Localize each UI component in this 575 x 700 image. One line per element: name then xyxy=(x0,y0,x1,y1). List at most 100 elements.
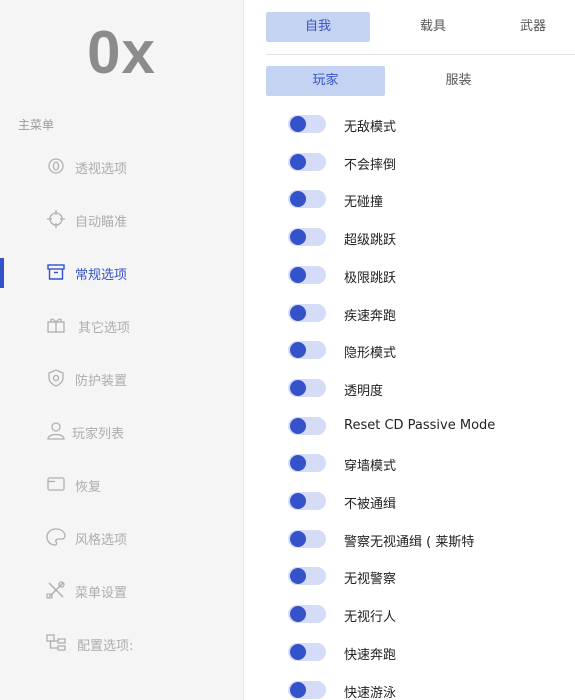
option-label: 疾速奔跑 xyxy=(344,308,397,324)
toggle-knob xyxy=(290,266,306,283)
sidebar-item-label: 菜单设置 xyxy=(75,586,128,601)
subtab-outfit[interactable]: 服装 xyxy=(399,66,518,96)
option-label: 不被通缉 xyxy=(344,497,397,512)
option-row: 警察无视通缉 ( 莱斯特 xyxy=(288,526,575,552)
palette-icon xyxy=(46,528,66,546)
option-label: 无视行人 xyxy=(344,610,397,626)
folder-icon xyxy=(46,475,66,493)
menu-heading: 主菜单 xyxy=(18,118,55,132)
toggle-knob xyxy=(290,229,306,246)
option-label: 快速游泳 xyxy=(344,685,397,700)
sidebar-item-label: 常规选项 xyxy=(75,268,128,283)
tabs-divider xyxy=(266,54,575,55)
sidebar-item-general[interactable]: 常规选项 xyxy=(0,252,243,292)
toggle-knob xyxy=(290,681,306,698)
option-row: 极限跳跃 xyxy=(288,262,575,288)
option-label: 无碰撞 xyxy=(344,195,384,211)
toggle-knob xyxy=(290,379,306,396)
subtab-player[interactable]: 玩家 xyxy=(266,66,385,96)
option-toggle[interactable] xyxy=(288,190,326,209)
option-row: 快速奔跑 xyxy=(288,639,575,665)
option-row: 无视行人 xyxy=(288,601,575,627)
option-toggle[interactable] xyxy=(288,115,326,133)
option-row: 穿墙模式 xyxy=(288,450,575,476)
option-toggle[interactable] xyxy=(288,416,326,435)
tab-weapon[interactable]: 武器 xyxy=(520,12,575,42)
sidebar-item-label: 恢复 xyxy=(75,480,102,495)
toggle-knob xyxy=(290,304,306,321)
toggle-knob xyxy=(290,455,306,472)
option-label: 不会摔倒 xyxy=(344,157,397,173)
option-toggle[interactable] xyxy=(288,642,326,661)
option-row: 隐形模式 xyxy=(288,337,575,363)
option-row: 超级跳跃 xyxy=(288,224,575,250)
sidebar-item-recovery[interactable]: 恢复 xyxy=(0,464,243,504)
sidebar: 0x 主菜单 透视选项 自动瞄准 常规选项 其它选项 防护装置 玩家列表 恢复 … xyxy=(0,0,244,700)
option-toggle[interactable] xyxy=(288,303,326,322)
toggle-knob xyxy=(290,417,306,434)
option-row: 无敌模式 xyxy=(288,111,575,137)
sidebar-item-label: 其它选项 xyxy=(78,321,131,336)
option-toggle[interactable] xyxy=(288,680,326,699)
toggle-knob xyxy=(290,191,306,208)
sidebar-item-protection[interactable]: 防护装置 xyxy=(0,358,243,398)
option-row: 疾速奔跑 xyxy=(288,300,575,326)
gift-icon xyxy=(46,316,66,334)
option-toggle[interactable] xyxy=(288,152,326,171)
option-label: 极限跳跃 xyxy=(344,270,397,286)
option-label: 超级跳跃 xyxy=(344,233,397,249)
option-toggle[interactable] xyxy=(288,605,326,624)
toggle-knob xyxy=(290,493,306,509)
toggle-knob xyxy=(290,342,306,359)
eye-icon xyxy=(46,157,66,175)
tab-self[interactable]: 自我 xyxy=(266,12,370,42)
main-panel: 自我 载具 武器 玩家 服装 无敌模式不会摔倒无碰撞超级跳跃极限跳跃疾速奔跑隐形… xyxy=(244,0,575,700)
shield-icon xyxy=(46,369,66,387)
option-toggle[interactable] xyxy=(288,567,326,586)
sidebar-item-misc[interactable]: 其它选项 xyxy=(0,305,243,345)
option-toggle[interactable] xyxy=(288,529,326,548)
sidebar-item-label: 自动瞄准 xyxy=(75,215,128,230)
option-row: Reset CD Passive Mode xyxy=(288,413,575,439)
option-toggle[interactable] xyxy=(288,265,326,284)
sidebar-item-players[interactable]: 玩家列表 xyxy=(0,411,243,451)
sidebar-item-label: 透视选项 xyxy=(75,162,128,177)
option-row: 无碰撞 xyxy=(288,186,575,212)
option-label: 无视警察 xyxy=(344,572,397,588)
option-row: 不被通缉 xyxy=(288,488,575,514)
option-toggle[interactable] xyxy=(288,341,326,360)
tab-vehicle[interactable]: 载具 xyxy=(381,12,485,42)
sidebar-item-label: 防护装置 xyxy=(75,374,128,389)
sidebar-item-config[interactable]: 配置选项: xyxy=(0,623,243,663)
toggle-knob xyxy=(290,530,306,547)
sidebar-item-label: 风格选项 xyxy=(75,533,128,548)
crosshair-icon xyxy=(46,210,66,228)
option-label: Reset CD Passive Mode xyxy=(344,417,496,433)
sidebar-item-menu-settings[interactable]: 菜单设置 xyxy=(0,570,243,610)
toggle-knob xyxy=(290,606,306,623)
sidebar-item-style[interactable]: 风格选项 xyxy=(0,517,243,557)
option-row: 不会摔倒 xyxy=(288,149,575,175)
tools-icon xyxy=(46,581,66,599)
toggle-knob xyxy=(290,153,306,170)
app-logo: 0x xyxy=(87,19,156,86)
option-toggle[interactable] xyxy=(288,492,326,510)
toggle-knob xyxy=(290,116,306,132)
option-row: 无视警察 xyxy=(288,563,575,589)
option-label: 警察无视通缉 ( 莱斯特 xyxy=(344,534,475,550)
option-row: 透明度 xyxy=(288,375,575,401)
archive-box-icon xyxy=(46,263,66,281)
sidebar-item-aimbot[interactable]: 自动瞄准 xyxy=(0,199,243,239)
sidebar-item-esp[interactable]: 透视选项 xyxy=(0,146,243,186)
option-label: 无敌模式 xyxy=(344,120,397,135)
option-toggle[interactable] xyxy=(288,378,326,397)
sidebar-item-label: 玩家列表 xyxy=(72,427,125,442)
option-label: 穿墙模式 xyxy=(344,459,397,475)
toggle-knob xyxy=(290,643,306,660)
user-icon xyxy=(46,422,66,440)
option-toggle[interactable] xyxy=(288,228,326,247)
option-toggle[interactable] xyxy=(288,454,326,473)
option-label: 透明度 xyxy=(344,383,384,399)
option-label: 快速奔跑 xyxy=(344,647,397,663)
tree-icon xyxy=(46,634,66,652)
